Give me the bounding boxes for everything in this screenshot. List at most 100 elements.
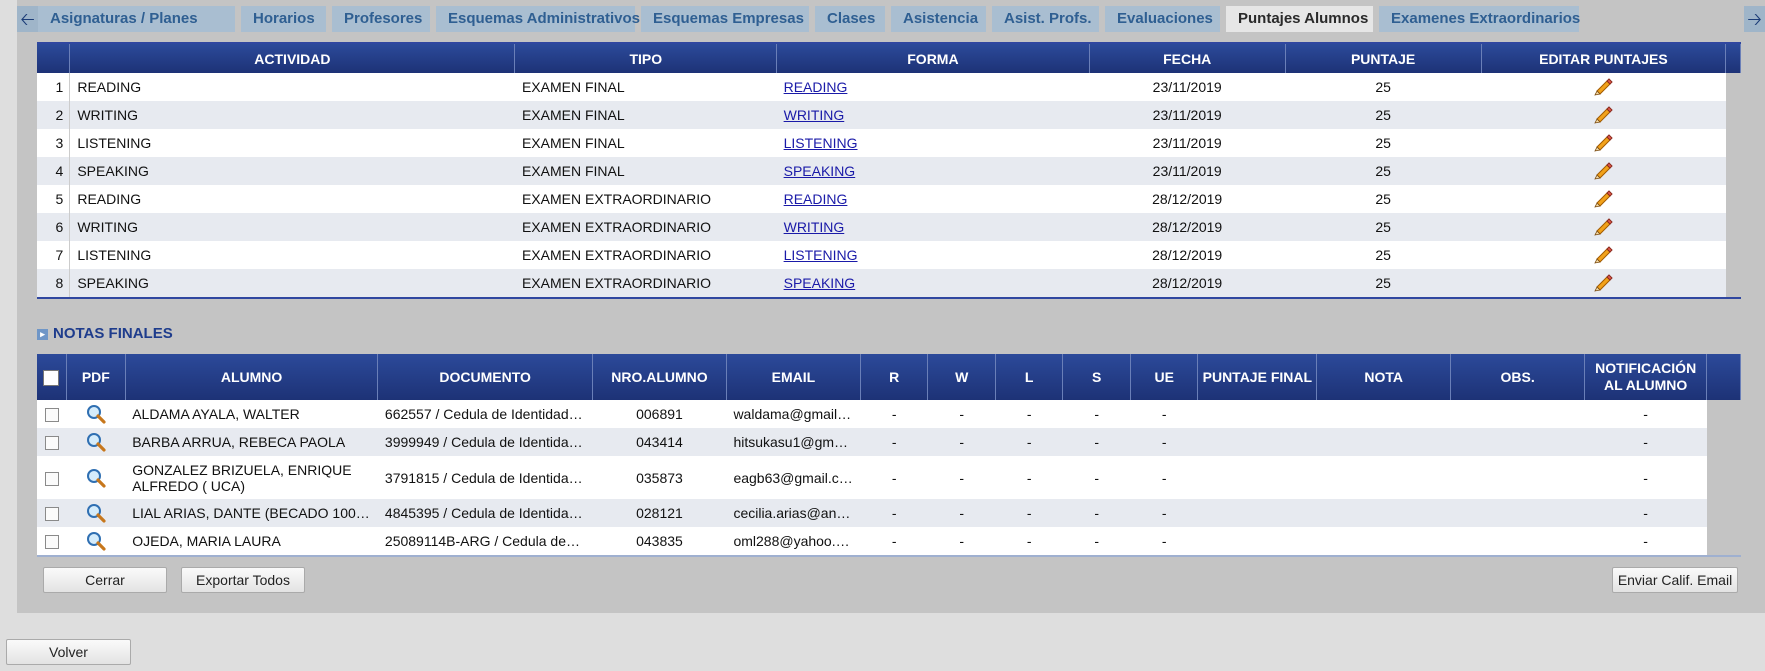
row-checkbox[interactable] [44, 436, 59, 451]
row-number: 5 [37, 185, 71, 213]
nota-cell [1316, 428, 1451, 456]
pdf-cell [66, 400, 126, 428]
tab-bar: 🡠 Asignaturas / Planes Horarios Profesores… [17, 0, 1765, 38]
forma-link[interactable]: READING [784, 79, 848, 95]
row-checkbox[interactable] [44, 471, 59, 486]
col-alumno: ALUMNO [125, 354, 379, 400]
tab-asignaturas-planes[interactable]: Asignaturas / Planes [38, 6, 235, 32]
chevron-right-icon: ▸ [37, 329, 48, 340]
editar-cell [1481, 213, 1726, 241]
s-cell: - [1062, 428, 1131, 456]
obs-cell [1450, 527, 1585, 556]
tab-profesores[interactable]: Profesores [332, 6, 430, 32]
nro-alumno-cell: 035873 [592, 456, 727, 499]
tab-horarios[interactable]: Horarios [241, 6, 326, 32]
pencil-icon[interactable] [1592, 218, 1614, 236]
magnifier-icon[interactable] [85, 531, 107, 551]
scroll-gutter [1706, 527, 1741, 556]
puntaje-cell: 25 [1285, 73, 1482, 101]
pencil-icon[interactable] [1592, 274, 1614, 292]
col-nota: NOTA [1316, 354, 1452, 400]
select-all-checkbox[interactable] [43, 369, 60, 386]
tab-scroll-right-icon[interactable]: 🡢 [1744, 6, 1765, 32]
pdf-cell [66, 456, 126, 499]
pencil-icon[interactable] [1592, 246, 1614, 264]
forma-link[interactable]: SPEAKING [784, 275, 856, 291]
tab-asistencia[interactable]: Asistencia [891, 6, 986, 32]
row-checkbox[interactable] [44, 408, 59, 423]
nota-cell [1316, 456, 1451, 499]
col-s: S [1062, 354, 1131, 400]
col-email: EMAIL [726, 354, 861, 400]
student-row: LIAL ARIAS, DANTE (BECADO 100%) 4845395 /… [37, 499, 1741, 527]
forma-link[interactable]: LISTENING [784, 247, 858, 263]
select-all-cell [37, 354, 67, 400]
email-cell: oml288@yahoo.c… [726, 527, 861, 556]
scroll-gutter [1725, 157, 1741, 185]
forma-link[interactable]: WRITING [784, 107, 845, 123]
fecha-cell: 23/11/2019 [1089, 157, 1286, 185]
student-row: GONZALEZ BRIZUELA, ENRIQUE ALFREDO ( UCA… [37, 456, 1741, 499]
pencil-icon[interactable] [1592, 190, 1614, 208]
row-checkbox[interactable] [44, 507, 59, 522]
tab-clases[interactable]: Clases [815, 6, 885, 32]
magnifier-icon[interactable] [85, 432, 107, 452]
row-number: 4 [37, 157, 71, 185]
magnifier-icon[interactable] [85, 503, 107, 523]
pencil-icon[interactable] [1592, 78, 1614, 96]
tab-evaluaciones[interactable]: Evaluaciones [1105, 6, 1220, 32]
forma-link[interactable]: READING [784, 191, 848, 207]
forma-link[interactable]: WRITING [784, 219, 845, 235]
magnifier-icon[interactable] [85, 468, 107, 488]
w-cell: - [927, 400, 996, 428]
forma-link[interactable]: SPEAKING [784, 163, 856, 179]
pencil-icon[interactable] [1592, 162, 1614, 180]
tab-scroll-left-icon[interactable]: 🡠 [17, 6, 38, 32]
row-number: 7 [37, 241, 71, 269]
select-cell [37, 400, 67, 428]
magnifier-icon[interactable] [85, 404, 107, 424]
row-checkbox[interactable] [44, 535, 59, 550]
puntaje-final-cell [1197, 400, 1317, 428]
tab-examenes-extraordinarios[interactable]: Examenes Extraordinarios [1379, 6, 1580, 32]
scroll-gutter [1706, 400, 1741, 428]
col-puntaje: PUNTAJE [1285, 43, 1482, 73]
email-cell: cecilia.arias@ang… [726, 499, 861, 527]
pencil-icon[interactable] [1592, 106, 1614, 124]
exportar-todos-button[interactable]: Exportar Todos [181, 567, 305, 593]
forma-cell: LISTENING [776, 241, 1090, 269]
fecha-cell: 28/12/2019 [1089, 241, 1286, 269]
nro-alumno-cell: 043835 [592, 527, 727, 556]
puntaje-cell: 25 [1285, 101, 1482, 129]
select-cell [37, 527, 67, 556]
puntaje-final-cell [1197, 428, 1317, 456]
ue-cell: - [1130, 527, 1198, 556]
s-cell: - [1062, 499, 1131, 527]
tipo-cell: EXAMEN EXTRAORDINARIO [514, 213, 777, 241]
r-cell: - [860, 456, 928, 499]
forma-cell: SPEAKING [776, 269, 1090, 298]
email-cell: waldama@gmail.… [726, 400, 861, 428]
tab-puntajes-alumnos[interactable]: Puntajes Alumnos [1226, 6, 1373, 32]
editar-cell [1481, 73, 1726, 101]
cerrar-button[interactable]: Cerrar [43, 567, 167, 593]
volver-button[interactable]: Volver [6, 639, 131, 665]
enviar-calif-email-button[interactable]: Enviar Calif. Email [1612, 567, 1738, 593]
col-actividad: ACTIVIDAD [69, 43, 516, 73]
l-cell: - [995, 499, 1063, 527]
activity-row: 3 LISTENING EXAMEN FINAL LISTENING 23/11/201… [37, 129, 1741, 157]
pencil-icon[interactable] [1592, 134, 1614, 152]
tab-esquemas-administrativos[interactable]: Esquemas Administrativos [436, 6, 640, 32]
row-number: 3 [37, 129, 71, 157]
editar-cell [1481, 157, 1726, 185]
forma-link[interactable]: LISTENING [784, 135, 858, 151]
tab-esquemas-empresas[interactable]: Esquemas Empresas [641, 6, 809, 32]
fecha-cell: 23/11/2019 [1089, 129, 1286, 157]
ue-cell: - [1130, 400, 1198, 428]
nota-cell [1316, 527, 1451, 556]
tab-asist-profs[interactable]: Asist. Profs. [992, 6, 1099, 32]
l-cell: - [995, 456, 1063, 499]
actividad-cell: LISTENING [69, 241, 515, 269]
activities-table: ACTIVIDAD TIPO FORMA FECHA PUNTAJE EDITA… [37, 42, 1741, 299]
col-r: R [860, 354, 929, 400]
